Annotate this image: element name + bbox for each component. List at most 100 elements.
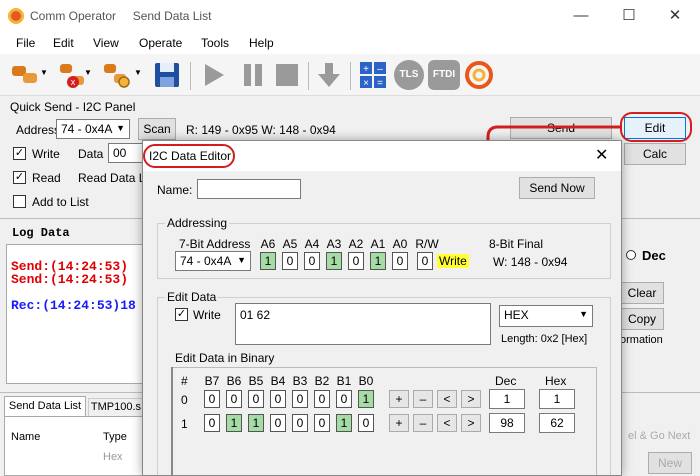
data-bit[interactable]: 0: [204, 390, 220, 408]
download-icon[interactable]: [314, 60, 344, 90]
tab-tmp100[interactable]: TMP100.s: [88, 398, 144, 416]
information-label: ormation: [620, 334, 663, 346]
row-shift-right-button[interactable]: >: [461, 390, 481, 408]
data-bit[interactable]: 1: [226, 414, 242, 432]
format-select-value: HEX: [504, 308, 529, 322]
partial-button-label: el & Go Next: [628, 430, 691, 442]
rw-mode-text: Write: [437, 254, 469, 268]
save-icon[interactable]: [152, 60, 182, 90]
data-bit[interactable]: 0: [270, 414, 286, 432]
play-icon[interactable]: [198, 60, 228, 90]
data-bit[interactable]: 0: [204, 414, 220, 432]
data-bit[interactable]: 0: [226, 390, 242, 408]
edit-write-label: Write: [193, 308, 221, 322]
address-bit-a6[interactable]: 1: [260, 252, 276, 270]
row-dec-value[interactable]: 98: [489, 413, 525, 433]
dialog-close-icon[interactable]: ✕: [595, 145, 608, 165]
data-bit[interactable]: 1: [336, 414, 352, 432]
address-bit-a4[interactable]: 0: [304, 252, 320, 270]
address-bit-a3[interactable]: 1: [326, 252, 342, 270]
close-window-button[interactable]: ✕: [660, 6, 690, 26]
bit-label-a1: A1: [370, 237, 386, 251]
log-output[interactable]: Send:(14:24:53) Send:(14:24:53) Rec:(14:…: [6, 244, 146, 384]
format-select[interactable]: HEX ▼: [499, 305, 593, 327]
data-bit[interactable]: 0: [292, 390, 308, 408]
write-checkbox[interactable]: ✓: [13, 147, 26, 160]
menu-operate[interactable]: Operate: [139, 36, 182, 50]
tab-send-data-list[interactable]: Send Data List: [4, 396, 86, 416]
seven-bit-address-select[interactable]: 74 - 0x4A ▼: [175, 251, 251, 271]
data-bit[interactable]: 0: [248, 390, 264, 408]
add-to-list-checkbox[interactable]: [13, 195, 26, 208]
edit-highlight-annotation: [620, 112, 692, 142]
send-now-button[interactable]: Send Now: [519, 177, 595, 199]
menu-view[interactable]: View: [93, 36, 119, 50]
menu-edit[interactable]: Edit: [53, 36, 74, 50]
row-increment-button[interactable]: +: [389, 390, 409, 408]
address-bit-a5[interactable]: 0: [282, 252, 298, 270]
tls-icon[interactable]: TLS: [394, 60, 424, 90]
title-highlight-annotation: [143, 144, 235, 168]
data-bit[interactable]: 0: [336, 390, 352, 408]
chevron-down-icon[interactable]: ▼: [134, 68, 142, 77]
address-bit-a2[interactable]: 0: [348, 252, 364, 270]
copy-button[interactable]: Copy: [620, 308, 664, 330]
row-index-header: #: [181, 374, 188, 388]
maximize-button[interactable]: ☐: [614, 6, 644, 26]
chevron-down-icon[interactable]: ▼: [84, 68, 92, 77]
data-bit[interactable]: 1: [248, 414, 264, 432]
menu-tools[interactable]: Tools: [201, 36, 229, 50]
row-decrement-button[interactable]: –: [413, 414, 433, 432]
calc-button[interactable]: Calc: [624, 143, 686, 165]
dec-radio[interactable]: [626, 250, 636, 260]
dec-label: Dec: [642, 248, 666, 263]
minimize-button[interactable]: —: [566, 6, 596, 26]
settings-icon[interactable]: [102, 60, 132, 90]
row-decrement-button[interactable]: –: [413, 390, 433, 408]
menu-file[interactable]: File: [16, 36, 35, 50]
data-bit[interactable]: 0: [270, 390, 286, 408]
data-bit[interactable]: 0: [314, 390, 330, 408]
svg-text:×: ×: [363, 78, 369, 89]
edit-data-textarea[interactable]: 01 62: [235, 303, 491, 345]
stop-icon[interactable]: [272, 60, 302, 90]
new-button[interactable]: New: [648, 452, 692, 474]
row-shift-right-button[interactable]: >: [461, 414, 481, 432]
menu-help[interactable]: Help: [249, 36, 274, 50]
addressing-title: Addressing: [165, 216, 230, 230]
address-select[interactable]: 74 - 0x4A ▼: [56, 119, 130, 139]
address-bit-a1[interactable]: 1: [370, 252, 386, 270]
row-shift-left-button[interactable]: <: [437, 390, 457, 408]
chevron-down-icon[interactable]: ▼: [40, 68, 48, 77]
row-hex-value[interactable]: 1: [539, 389, 575, 409]
scan-button[interactable]: Scan: [138, 118, 176, 140]
log-line: Rec:(14:24:53)18: [11, 298, 136, 313]
eight-bit-final-label: 8-Bit Final: [489, 237, 544, 251]
address-bit-a0[interactable]: 0: [392, 252, 408, 270]
row-dec-value[interactable]: 1: [489, 389, 525, 409]
edit-data-value: 01 62: [240, 308, 271, 322]
binary-editor-title: Edit Data in Binary: [175, 351, 275, 365]
at-icon[interactable]: [464, 60, 494, 90]
send-list-table[interactable]: Name Type Hex: [4, 416, 146, 476]
row-increment-button[interactable]: +: [389, 414, 409, 432]
row-hex-value[interactable]: 62: [539, 413, 575, 433]
data-bit[interactable]: 0: [292, 414, 308, 432]
data-bit[interactable]: 0: [358, 414, 374, 432]
row-shift-left-button[interactable]: <: [437, 414, 457, 432]
log-line: Send:(14:24:53): [11, 272, 129, 287]
connect-icon[interactable]: [10, 60, 40, 90]
read-checkbox[interactable]: ✓: [13, 171, 26, 184]
add-to-list-label: Add to List: [32, 195, 89, 209]
clear-button[interactable]: Clear: [620, 282, 664, 304]
pause-icon[interactable]: [238, 60, 268, 90]
data-bit[interactable]: 1: [358, 390, 374, 408]
rw-info: R: 149 - 0x95 W: 148 - 0x94: [186, 123, 336, 137]
calculator-icon[interactable]: + – × =: [358, 60, 388, 90]
ftdi-icon[interactable]: FTDI: [428, 60, 460, 90]
edit-write-checkbox[interactable]: ✓: [175, 308, 188, 321]
row-index: 1: [181, 417, 188, 431]
data-bit[interactable]: 0: [314, 414, 330, 432]
name-input[interactable]: [197, 179, 301, 199]
address-bit-rw[interactable]: 0: [417, 252, 433, 270]
